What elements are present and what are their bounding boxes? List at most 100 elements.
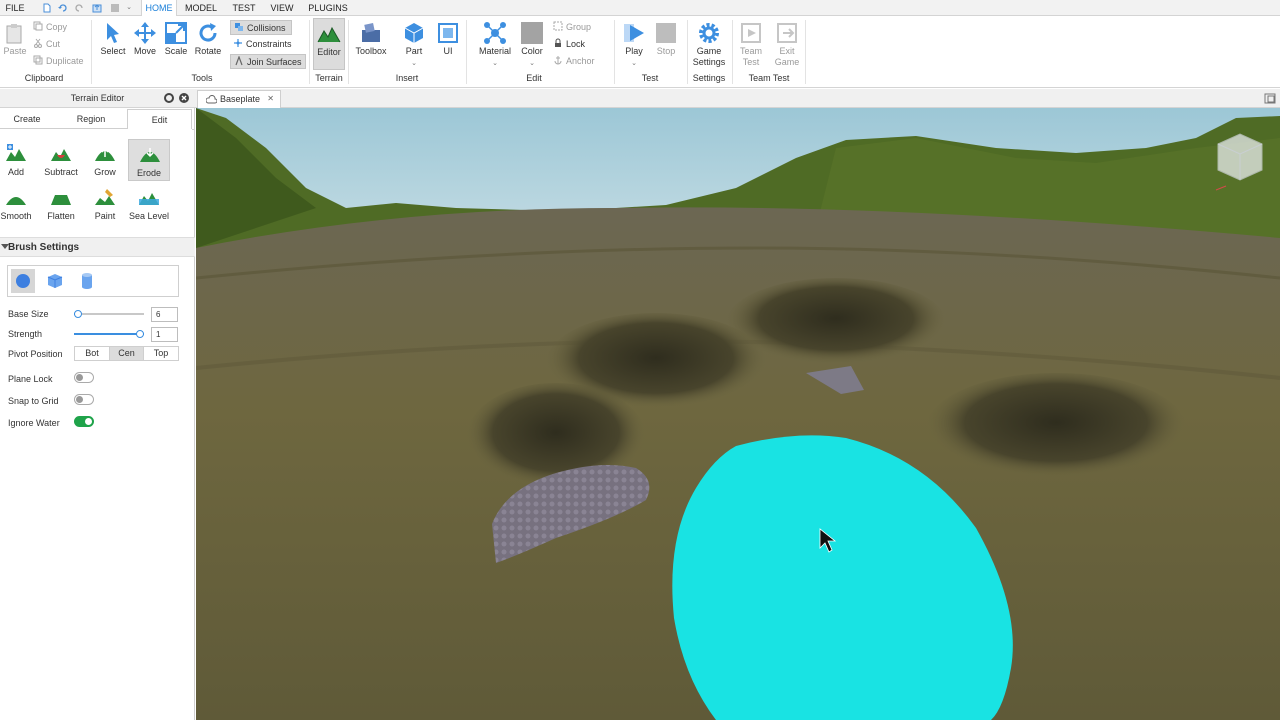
- brush-settings-header[interactable]: Brush Settings: [0, 237, 195, 257]
- pivot-cen-button[interactable]: Cen: [109, 346, 144, 361]
- menu-file[interactable]: FILE: [0, 0, 30, 16]
- material-dropdown[interactable]: ⌄: [476, 59, 514, 67]
- cursor-icon: [107, 23, 119, 43]
- move-button[interactable]: Move: [130, 18, 160, 70]
- rotate-label: Rotate: [194, 46, 222, 56]
- maximize-viewport-icon[interactable]: [1264, 93, 1276, 104]
- group-button[interactable]: Group: [553, 20, 591, 35]
- panel-close-icon[interactable]: [179, 93, 189, 103]
- play-dropdown[interactable]: ⌄: [620, 59, 648, 67]
- strength-slider[interactable]: [74, 330, 144, 338]
- lock-icon: [555, 38, 561, 47]
- cut-button[interactable]: Cut: [33, 37, 60, 52]
- lock-button[interactable]: Lock: [553, 37, 585, 52]
- collisions-icon: [235, 23, 243, 31]
- ui-label: UI: [443, 46, 453, 56]
- brush-shape-cube[interactable]: [43, 269, 67, 293]
- plane-lock-label: Plane Lock: [8, 374, 53, 384]
- terrain-editor-button[interactable]: Editor: [313, 18, 345, 70]
- base-size-slider-knob[interactable]: [74, 310, 82, 318]
- game-settings-button[interactable]: Game Settings: [690, 18, 728, 72]
- ribbon-separator: [309, 20, 310, 84]
- play-label: Play: [625, 46, 643, 56]
- constraints-toggle[interactable]: Constraints: [233, 37, 292, 52]
- ui-button[interactable]: UI: [435, 18, 461, 70]
- brush-shape-sphere[interactable]: [11, 269, 35, 293]
- color-button[interactable]: Color ⌄: [517, 18, 547, 70]
- new-file-icon[interactable]: [42, 3, 52, 13]
- constraints-label: Constraints: [246, 39, 292, 49]
- terrain-subtract-icon: [51, 149, 71, 161]
- toggle-knob: [76, 396, 83, 403]
- base-size-slider[interactable]: [74, 310, 144, 318]
- color-dropdown[interactable]: ⌄: [517, 59, 547, 67]
- tab-plugins[interactable]: PLUGINS: [305, 0, 351, 16]
- tool-erode[interactable]: Erode: [128, 139, 170, 181]
- tool-subtract[interactable]: Subtract: [40, 139, 82, 181]
- join-surfaces-icon: [235, 56, 243, 66]
- toolbox-button[interactable]: Toolbox: [352, 18, 390, 70]
- scale-button[interactable]: Scale: [161, 18, 191, 70]
- exit-game-label-1: Exit: [779, 46, 795, 56]
- paste-icon: [6, 24, 22, 44]
- tab-test[interactable]: TEST: [227, 0, 261, 16]
- part-dropdown[interactable]: ⌄: [397, 59, 431, 67]
- tab-model[interactable]: MODEL: [181, 0, 221, 16]
- quick-access-dropdown[interactable]: ⌄: [124, 0, 134, 16]
- cut-label: Cut: [46, 39, 61, 49]
- copy-button[interactable]: Copy: [33, 20, 67, 35]
- rotate-button[interactable]: Rotate: [193, 18, 223, 70]
- play-button[interactable]: Play ⌄: [620, 18, 648, 70]
- plane-lock-toggle[interactable]: [74, 372, 94, 383]
- part-button[interactable]: Part ⌄: [397, 18, 431, 70]
- brush-shape-cylinder[interactable]: [75, 269, 99, 293]
- select-button[interactable]: Select: [98, 18, 128, 70]
- paste-button[interactable]: Paste: [0, 18, 30, 70]
- base-size-input[interactable]: 6: [151, 307, 178, 322]
- tool-add[interactable]: Add: [0, 139, 37, 181]
- move-arrows-icon: [134, 22, 156, 44]
- tool-grow[interactable]: Grow: [84, 139, 126, 181]
- tool-flatten[interactable]: Flatten: [40, 183, 82, 225]
- cylinder-icon: [82, 273, 92, 289]
- join-surfaces-toggle[interactable]: Join Surfaces: [230, 54, 306, 69]
- anchor-button[interactable]: Anchor: [553, 54, 595, 69]
- strength-input[interactable]: 1: [151, 327, 178, 342]
- panel-restore-icon[interactable]: [164, 93, 174, 103]
- pivot-top-button[interactable]: Top: [143, 346, 179, 361]
- pivot-bot-button[interactable]: Bot: [74, 346, 110, 361]
- publish-icon[interactable]: [92, 3, 102, 13]
- tab-edit[interactable]: Edit: [127, 109, 192, 129]
- document-tab-baseplate[interactable]: Baseplate ✕: [197, 90, 281, 108]
- stop-icon[interactable]: [110, 3, 120, 13]
- play-icon: [624, 24, 644, 42]
- tool-paint[interactable]: Paint: [84, 183, 126, 225]
- constraints-icon: [234, 39, 242, 47]
- ribbon-separator: [466, 20, 467, 84]
- tool-sea-level[interactable]: Sea Level: [128, 183, 170, 225]
- tab-view[interactable]: VIEW: [266, 0, 298, 16]
- lock-label: Lock: [566, 39, 586, 49]
- material-button[interactable]: Material ⌄: [476, 18, 514, 70]
- team-test-button[interactable]: Team Test: [736, 18, 766, 72]
- stop-square-icon: [656, 23, 676, 43]
- snap-to-grid-toggle[interactable]: [74, 394, 94, 405]
- ignore-water-label: Ignore Water: [8, 418, 60, 428]
- tab-create[interactable]: Create: [0, 109, 54, 129]
- 3d-viewport[interactable]: [196, 108, 1280, 720]
- undo-icon[interactable]: [58, 3, 68, 13]
- stop-button[interactable]: Stop: [652, 18, 680, 70]
- ribbon-separator: [805, 20, 806, 84]
- strength-slider-knob[interactable]: [136, 330, 144, 338]
- tab-home[interactable]: HOME: [141, 0, 177, 17]
- brush-settings-title: Brush Settings: [8, 242, 80, 253]
- document-tab-close-icon[interactable]: ✕: [267, 91, 274, 107]
- collisions-toggle[interactable]: Collisions: [230, 20, 292, 35]
- tab-region[interactable]: Region: [54, 109, 128, 129]
- redo-icon[interactable]: [74, 3, 84, 13]
- exit-game-button[interactable]: Exit Game: [772, 18, 802, 72]
- duplicate-button[interactable]: Duplicate: [33, 54, 84, 69]
- ignore-water-toggle[interactable]: [74, 416, 94, 427]
- tool-smooth[interactable]: Smooth: [0, 183, 37, 225]
- group-label: Group: [566, 22, 592, 32]
